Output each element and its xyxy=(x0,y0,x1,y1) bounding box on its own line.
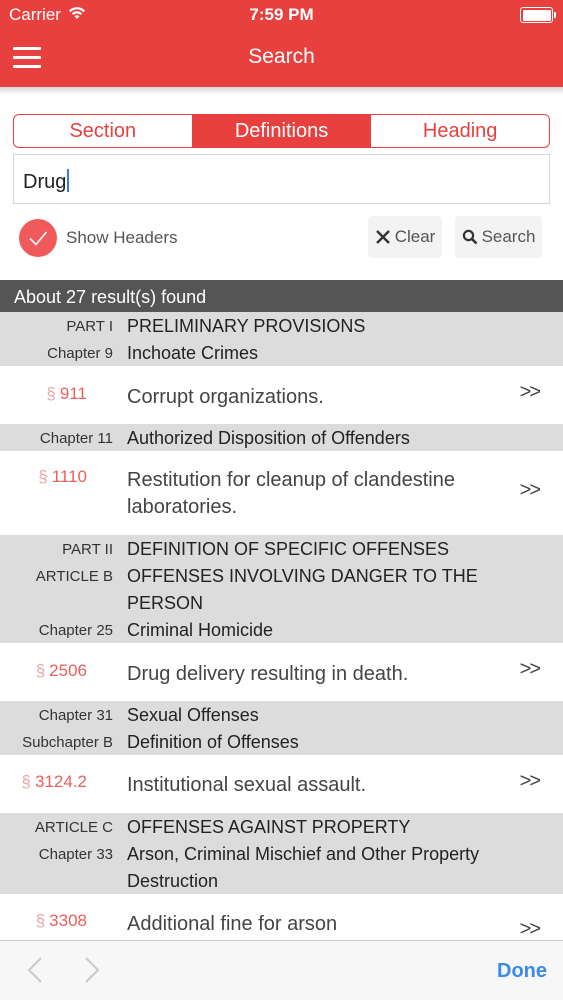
nav-shadow xyxy=(0,87,563,95)
search-button[interactable]: Search xyxy=(455,216,542,258)
tab-heading[interactable]: Heading xyxy=(371,115,549,147)
chevron-right-icon: >> xyxy=(519,381,541,403)
header-row: Subchapter B Definition of Offenses xyxy=(0,729,563,756)
section-title: Corrupt organizations. xyxy=(127,386,324,408)
checkmark-icon xyxy=(29,231,48,246)
section-number: § 1110 xyxy=(38,467,87,486)
section-row[interactable]: § 911 Corrupt organizations. >> xyxy=(0,366,563,424)
header-row: Chapter 31 Sexual Offenses xyxy=(0,702,563,729)
bottom-toolbar: Done xyxy=(0,940,563,1000)
header-row-text: Authorized Disposition of Offenders xyxy=(127,428,410,448)
back-arrow-icon[interactable] xyxy=(25,955,45,990)
chevron-right-icon: >> xyxy=(519,479,541,501)
section-number: § 3124.2 xyxy=(21,772,87,791)
section-title: Additional fine for arson xyxy=(127,913,338,935)
header-group: PART II DEFINITION OF SPECIFIC OFFENSES … xyxy=(0,535,563,643)
header-row-text: Inchoate Crimes xyxy=(127,343,259,363)
text-caret xyxy=(67,169,70,192)
page-title: Search xyxy=(248,45,315,68)
header-row-text: DEFINITION OF SPECIFIC OFFENSES xyxy=(127,539,450,559)
section-number: § 911 xyxy=(46,384,87,403)
header-row-text: Arson, Criminal Mischief and Other Prope… xyxy=(127,844,480,891)
close-icon xyxy=(375,230,390,244)
header-row-label: PART I xyxy=(66,318,113,335)
forward-arrow-icon[interactable] xyxy=(82,955,102,990)
tab-definitions[interactable]: Definitions xyxy=(192,115,372,147)
header-row-text: OFFENSES AGAINST PROPERTY xyxy=(127,817,411,837)
chevron-right-icon: >> xyxy=(519,918,541,940)
header-group: ARTICLE C OFFENSES AGAINST PROPERTY Chap… xyxy=(0,813,563,894)
section-number: § 3308 xyxy=(35,911,87,930)
battery-icon xyxy=(520,7,556,23)
header-row-label: Chapter 9 xyxy=(47,345,113,362)
header-row: Chapter 25 Criminal Homicide xyxy=(0,617,563,644)
header-group: Chapter 11 Authorized Disposition of Off… xyxy=(0,424,563,451)
section-row[interactable]: § 2506 Drug delivery resulting in death. … xyxy=(0,643,563,701)
header-row-label: Chapter 11 xyxy=(39,430,113,447)
header-row: Chapter 9 Inchoate Crimes xyxy=(0,340,563,367)
chevron-right-icon: >> xyxy=(519,770,541,792)
header-row-label: Chapter 25 xyxy=(38,622,113,639)
clock: 7:59 PM xyxy=(249,5,314,24)
header-row: Chapter 33 Arson, Criminal Mischief and … xyxy=(0,841,563,895)
show-headers-checkbox[interactable] xyxy=(19,219,57,257)
section-title: Drug delivery resulting in death. xyxy=(127,663,409,685)
clear-button-label: Clear xyxy=(394,227,436,246)
header-row-text: Criminal Homicide xyxy=(127,620,274,640)
section-row[interactable]: § 3124.2 Institutional sexual assault. >> xyxy=(0,755,563,813)
header-row-text: Definition of Offenses xyxy=(127,732,299,752)
show-headers-label: Show Headers xyxy=(66,228,178,247)
header-row-label: Subchapter B xyxy=(22,734,113,751)
header-row: PART II DEFINITION OF SPECIFIC OFFENSES xyxy=(0,536,563,563)
header-row-text: PRELIMINARY PROVISIONS xyxy=(127,316,366,336)
search-input[interactable]: Drug xyxy=(13,154,550,204)
header-row: ARTICLE B OFFENSES INVOLVING DANGER TO T… xyxy=(0,563,563,617)
header-row: ARTICLE C OFFENSES AGAINST PROPERTY xyxy=(0,814,563,841)
results-list: PART I PRELIMINARY PROVISIONS Chapter 9 … xyxy=(0,312,563,940)
header-row-text: Sexual Offenses xyxy=(127,705,259,725)
section-title: Institutional sexual assault. xyxy=(127,774,367,796)
done-button[interactable]: Done xyxy=(497,960,547,983)
header-row: PART I PRELIMINARY PROVISIONS xyxy=(0,313,563,340)
section-number: § 2506 xyxy=(35,661,87,680)
header-row-text: OFFENSES INVOLVING DANGER TO THE PERSON xyxy=(127,566,478,613)
header-row-label: Chapter 31 xyxy=(38,707,113,724)
tab-section[interactable]: Section xyxy=(14,115,193,147)
results-count: About 27 result(s) found xyxy=(0,280,563,312)
search-input-value: Drug xyxy=(23,169,70,194)
section-title: Restitution for cleanup of clandestine l… xyxy=(127,469,455,518)
header-row-label: ARTICLE C xyxy=(34,819,113,836)
navigation-bar: Carrier 7:59 PM Search xyxy=(0,0,563,87)
header-row-label: ARTICLE B xyxy=(35,568,113,585)
status-bar: Carrier 7:59 PM xyxy=(0,0,563,30)
header-group: PART I PRELIMINARY PROVISIONS Chapter 9 … xyxy=(0,312,563,366)
header-row: Chapter 11 Authorized Disposition of Off… xyxy=(0,425,563,452)
chevron-right-icon: >> xyxy=(519,658,541,680)
header-row-label: PART II xyxy=(62,541,113,558)
search-scope-segmented-control: Section Definitions Heading xyxy=(13,114,550,148)
section-row[interactable]: § 3308 Additional fine for arson >> xyxy=(0,894,563,940)
clear-button[interactable]: Clear xyxy=(368,216,442,258)
section-row[interactable]: § 1110 Restitution for cleanup of clandes… xyxy=(0,451,563,535)
header-group: Chapter 31 Sexual Offenses Subchapter B … xyxy=(0,701,563,755)
header-row-label: Chapter 33 xyxy=(38,846,113,863)
search-icon xyxy=(462,229,477,245)
search-button-label: Search xyxy=(481,227,536,246)
